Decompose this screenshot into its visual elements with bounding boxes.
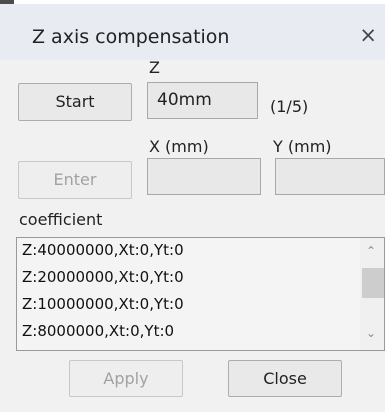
coefficient-list[interactable]: Z:40000000,Xt:0,Yt:0 Z:20000000,Xt:0,Yt:… (16, 237, 385, 351)
list-scrollbar[interactable]: ⌃ ⌄ (360, 238, 384, 350)
title-bar[interactable]: Z axis compensation × (0, 4, 385, 60)
close-button[interactable]: Close (228, 360, 342, 397)
list-item[interactable]: Z:40000000,Xt:0,Yt:0 (22, 241, 184, 259)
coefficient-label: coefficient (19, 210, 103, 229)
z-label: Z (149, 58, 160, 77)
x-field[interactable] (147, 158, 261, 195)
y-field[interactable] (275, 158, 385, 195)
z-value-field[interactable]: 40mm (147, 82, 258, 119)
list-item[interactable]: Z:8000000,Xt:0,Yt:0 (22, 322, 174, 340)
apply-button[interactable]: Apply (69, 360, 183, 397)
step-counter: (1/5) (270, 97, 309, 116)
x-label: X (mm) (149, 137, 209, 156)
close-icon[interactable]: × (359, 25, 377, 46)
z-axis-compensation-dialog: Z axis compensation × Z Start 40mm (1/5)… (0, 0, 385, 412)
enter-button[interactable]: Enter (18, 161, 132, 199)
list-item[interactable]: Z:10000000,Xt:0,Yt:0 (22, 295, 184, 313)
scrollbar-thumb[interactable] (362, 268, 384, 298)
chevron-down-icon[interactable]: ⌄ (366, 326, 376, 340)
y-label: Y (mm) (273, 137, 332, 156)
start-button[interactable]: Start (18, 83, 132, 121)
dialog-title: Z axis compensation (32, 26, 230, 48)
chevron-up-icon[interactable]: ⌃ (366, 244, 376, 258)
list-item[interactable]: Z:20000000,Xt:0,Yt:0 (22, 268, 184, 286)
